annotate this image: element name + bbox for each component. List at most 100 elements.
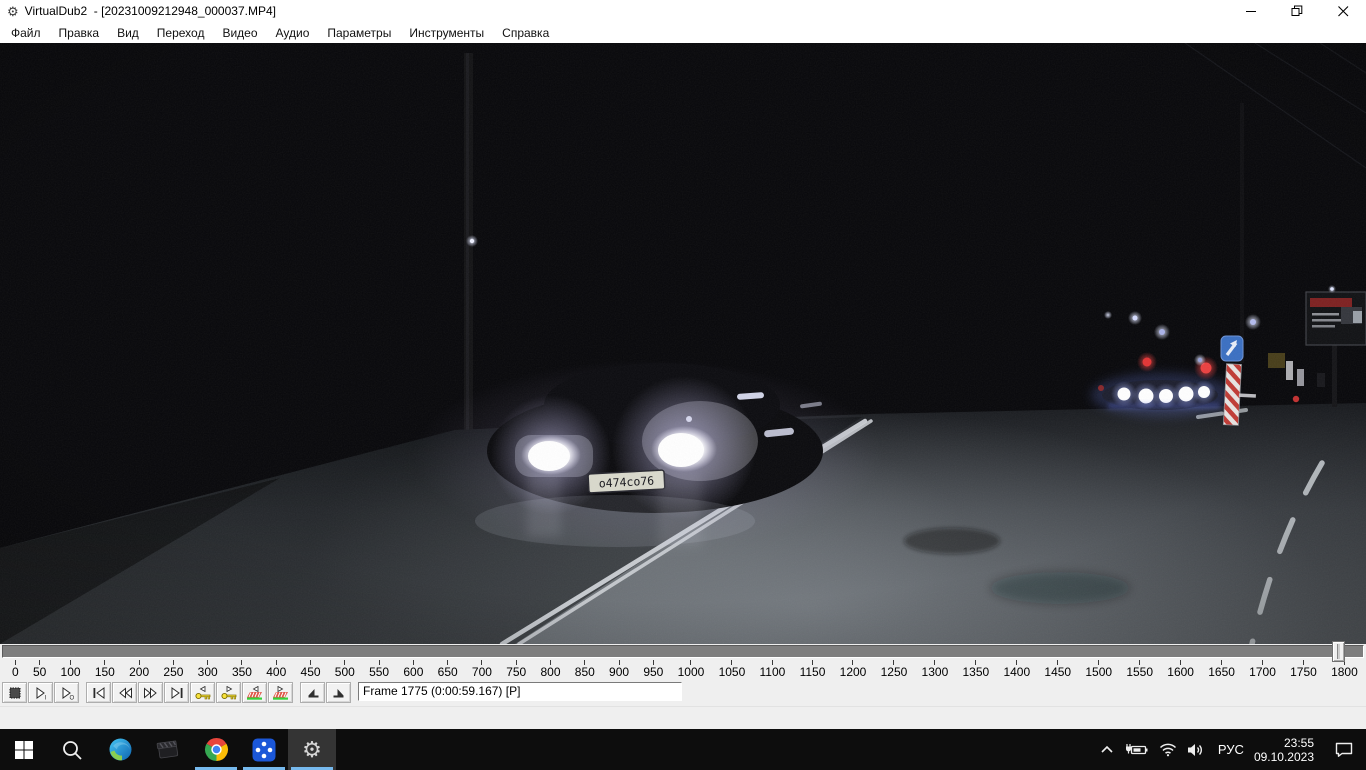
restore-button[interactable] [1274,0,1320,22]
scene-next-icon [272,686,290,700]
tick-label: 1200 [840,665,867,679]
prev-keyframe-button[interactable] [190,682,215,703]
timeline-tick-500: 500 [335,660,355,681]
tick-label: 200 [129,665,149,679]
thumb-grip [1337,644,1340,659]
tick-label: 1050 [719,665,746,679]
search-button[interactable] [48,729,96,770]
titlebar: ⚙ VirtualDub2 - [20231009212948_000037.M… [0,0,1366,22]
tick-label: 1700 [1249,665,1276,679]
go-to-start-button[interactable] [86,682,111,703]
start-button[interactable] [0,729,48,770]
tick-label: 50 [33,665,46,679]
tick-label: 1100 [760,665,786,679]
menu-item-view[interactable]: Вид [108,24,148,42]
virtualdub-taskbar-button[interactable]: ⚙ [288,729,336,770]
tick-label: 1400 [1003,665,1030,679]
film-grain [0,43,1366,644]
tick-label: 350 [232,665,252,679]
timeline-tick-1650: 1650 [1208,660,1235,681]
windows-logo-icon [13,739,35,761]
timeline-tick-300: 300 [198,660,218,681]
timeline-tick-1500: 1500 [1085,660,1112,681]
svg-text:I: I [44,695,46,700]
timeline-tick-900: 900 [609,660,629,681]
close-button[interactable] [1320,0,1366,22]
mark-out-button[interactable] [326,682,351,703]
timeline-tick-750: 750 [506,660,526,681]
tick-label: 950 [643,665,663,679]
volume-icon[interactable] [1186,742,1205,758]
frame-info: Frame 1775 (0:00:59.167) [P] [358,682,682,701]
edge-browser-button[interactable] [96,729,144,770]
skip-end-icon [168,686,186,700]
timeline-tick-450: 450 [301,660,321,681]
timeline-thumb[interactable] [1332,641,1345,662]
timeline-tick-1550: 1550 [1126,660,1153,681]
go-to-end-button[interactable] [164,682,189,703]
menu-item-edit[interactable]: Правка [50,24,109,42]
step-backward-button[interactable] [112,682,137,703]
timeline-tick-1750: 1750 [1290,660,1317,681]
status-strip [0,706,1366,729]
timeline-tick-250: 250 [163,660,183,681]
blue-app-button[interactable] [240,729,288,770]
timeline [0,644,1366,660]
action-center-button[interactable] [1326,740,1362,759]
step-forward-icon [142,686,160,700]
svg-text:O: O [69,695,74,700]
timeline-tick-200: 200 [129,660,149,681]
menu-item-audio[interactable]: Аудио [267,24,319,42]
timeline-tick-950: 950 [643,660,663,681]
timeline-tick-1150: 1150 [800,660,826,681]
timeline-tick-1450: 1450 [1044,660,1071,681]
tick-label: 300 [198,665,218,679]
volume-speaker-icon [1186,742,1205,758]
language-indicator[interactable]: РУС [1218,742,1244,757]
tray-expand-button[interactable] [1099,743,1115,757]
chrome-browser-button[interactable] [192,729,240,770]
menu-item-file[interactable]: Файл [2,24,50,42]
timeline-tick-100: 100 [61,660,81,681]
video-app-button[interactable] [144,729,192,770]
next-keyframe-button[interactable] [216,682,241,703]
tick-label: 450 [301,665,321,679]
key-next-icon [220,686,238,700]
restore-icon [1291,5,1303,17]
system-tray: РУС 23:55 09.10.2023 [1099,729,1366,770]
virtualdub-app-gear-icon: ⚙ [7,5,19,18]
timeline-tick-1250: 1250 [881,660,908,681]
stop-button[interactable] [2,682,27,703]
battery-status-icon[interactable] [1124,742,1150,758]
stop-icon [6,686,24,700]
play-input-button[interactable]: I [28,682,53,703]
close-icon [1338,6,1349,17]
menu-item-help[interactable]: Справка [493,24,558,42]
timeline-ticks: 0501001502002503003504004505005506006507… [0,660,1366,681]
key-prev-icon [194,686,212,700]
tick-label: 1150 [800,665,826,679]
network-status-icon[interactable] [1159,742,1177,757]
mark-in-button[interactable] [300,682,325,703]
timeline-track[interactable] [2,645,1364,658]
menu-item-video[interactable]: Видео [213,24,266,42]
step-forward-button[interactable] [138,682,163,703]
menu-item-go[interactable]: Переход [148,24,214,42]
play-output-button[interactable]: O [54,682,79,703]
menu-item-options[interactable]: Параметры [318,24,400,42]
transport-toolbar: I O Frame 1775 (0:00:59.167) [P] [0,681,1366,706]
timeline-tick-550: 550 [369,660,389,681]
tick-label: 700 [472,665,492,679]
tray-icons [1099,742,1205,758]
menu-item-tools[interactable]: Инструменты [400,24,493,42]
timeline-tick-50: 50 [33,660,46,681]
minimize-button[interactable] [1228,0,1274,22]
scene-prev-icon [246,686,264,700]
clapperboard-icon [155,737,181,763]
wifi-icon [1159,742,1177,757]
prev-scene-button[interactable] [242,682,267,703]
next-scene-button[interactable] [268,682,293,703]
dashcam-scene: о474со76 [0,43,1366,644]
mark-in-icon [304,686,322,700]
clock[interactable]: 23:55 09.10.2023 [1254,736,1314,764]
